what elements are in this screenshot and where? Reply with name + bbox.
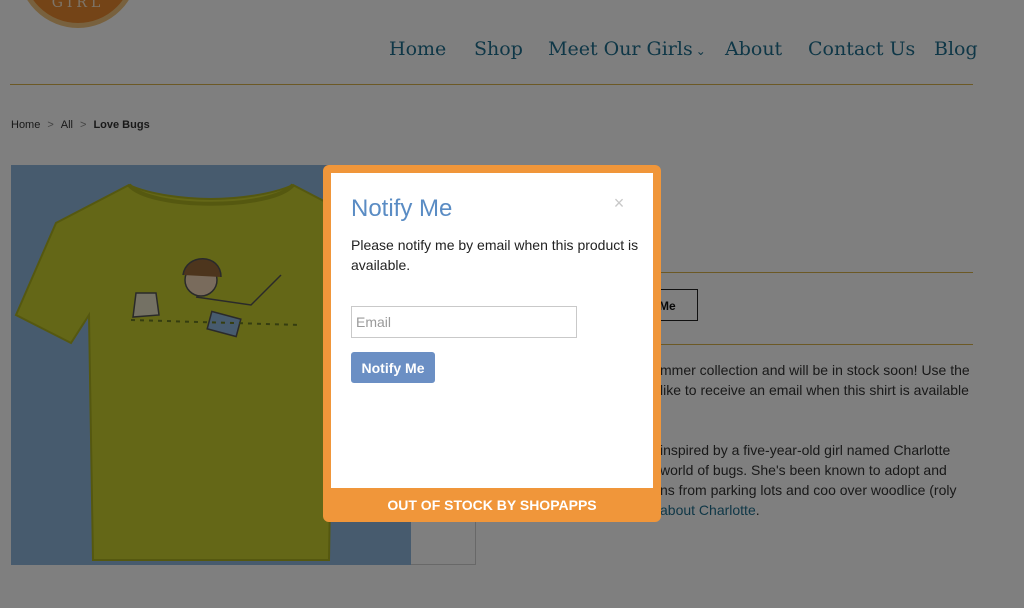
modal-title: Notify Me	[351, 195, 453, 222]
close-icon[interactable]: ×	[611, 194, 627, 212]
notify-me-modal: Notify Me × Please notify me by email wh…	[323, 165, 661, 522]
modal-footer-credit[interactable]: OUT OF STOCK BY SHOPAPPS	[323, 488, 661, 522]
notify-me-button[interactable]: Notify Me	[351, 352, 435, 383]
modal-message: Please notify me by email when this prod…	[351, 237, 639, 273]
email-field[interactable]	[351, 306, 577, 338]
modal-body: Notify Me × Please notify me by email wh…	[331, 173, 653, 488]
